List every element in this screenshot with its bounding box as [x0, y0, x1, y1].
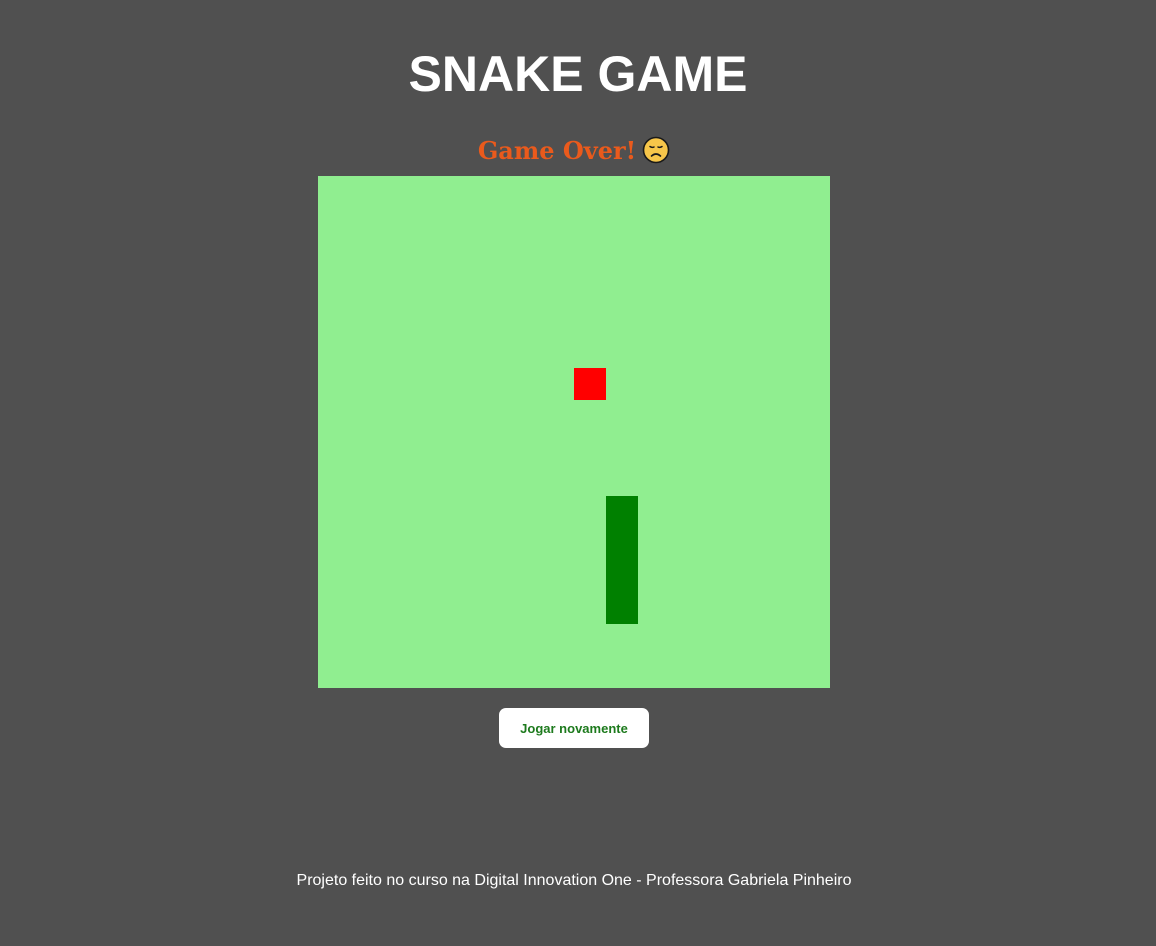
food [574, 368, 606, 400]
sad-face-icon [642, 136, 670, 163]
snake-segment [606, 528, 638, 560]
page-title: SNAKE GAME [408, 46, 748, 102]
game-board[interactable] [318, 176, 830, 688]
page: SNAKE GAME Game Over! Jogar novamente Pr… [0, 0, 1156, 946]
snake-segment [606, 592, 638, 624]
play-again-button[interactable]: Jogar novamente [499, 708, 649, 748]
game-over-text: Game Over! [477, 136, 637, 165]
game-status: Game Over! [0, 134, 1148, 168]
snake-head [606, 496, 638, 528]
snake-segment [606, 560, 638, 592]
footer-credit: Projeto feito no curso na Digital Innova… [296, 872, 852, 889]
